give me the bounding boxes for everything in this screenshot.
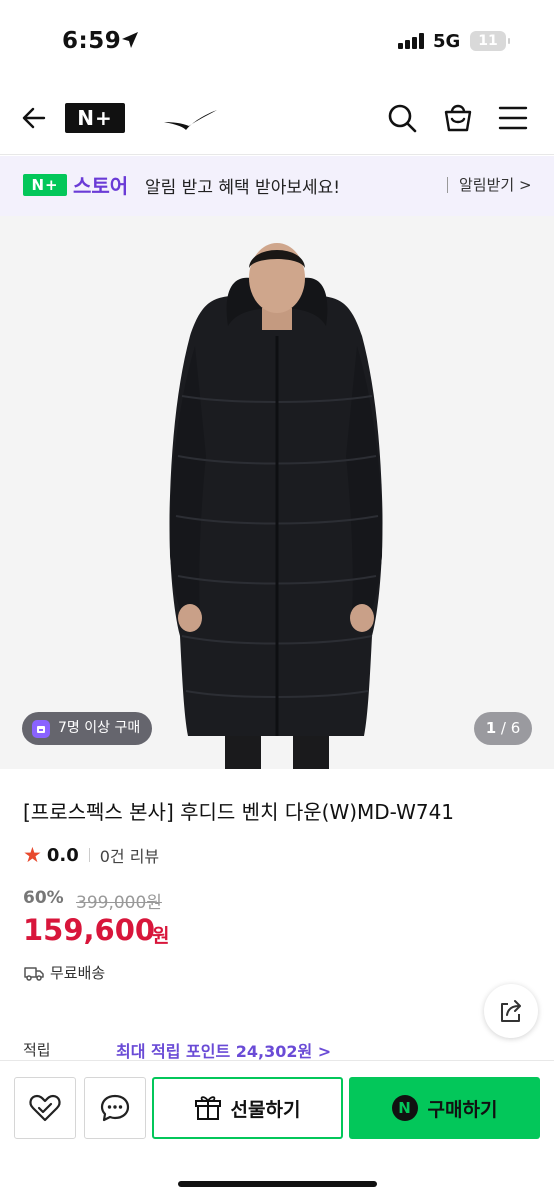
n-plus-badge: N+ <box>23 174 67 196</box>
shopping-bag-icon[interactable] <box>442 101 474 133</box>
heart-check-icon <box>29 1094 61 1122</box>
rating-divider <box>88 848 90 862</box>
share-icon <box>501 1000 521 1022</box>
max-points-link[interactable]: 최대 적립 포인트 24,302원 > <box>116 1038 331 1062</box>
chat-bubble-icon <box>100 1094 130 1122</box>
brand-swoosh-logo[interactable] <box>162 108 218 132</box>
buy-button[interactable]: N 구매하기 <box>349 1077 540 1139</box>
product-photo <box>0 216 554 769</box>
naver-pay-icon: N <box>391 1095 418 1121</box>
price-currency: 원 <box>152 925 170 947</box>
product-image-gallery[interactable]: 7명 이상 구매 1 / 6 <box>0 216 554 769</box>
cellular-signal-icon <box>398 33 424 49</box>
review-count-link[interactable]: 0건 리뷰 <box>100 843 159 867</box>
shopping-bag-badge-icon <box>32 719 50 738</box>
n-plus-logo[interactable]: N+ <box>65 103 125 133</box>
product-title: [프로스펙스 본사] 후디드 벤치 다운(W)MD-W741 <box>23 800 455 824</box>
location-arrow-icon <box>122 32 138 48</box>
pager-current: 1 <box>485 719 497 737</box>
top-nav-bar: N+ <box>0 80 554 155</box>
image-pager: 1 / 6 <box>474 712 532 745</box>
rating-row[interactable]: ★ 0.0 0건 리뷰 <box>23 843 159 867</box>
gift-button-label: 선물하기 <box>230 1098 301 1121</box>
status-time: 6:59 <box>62 28 122 54</box>
home-indicator <box>178 1181 377 1187</box>
original-price: 399,000원 <box>76 893 162 913</box>
banner-message: 알림 받고 혜택 받아보세요! <box>145 178 341 198</box>
sale-price: 159,600 <box>23 913 156 947</box>
buyers-count-text: 7명 이상 구매 <box>58 720 141 736</box>
gift-box-icon <box>194 1096 221 1120</box>
delivery-truck-icon <box>24 966 44 981</box>
battery-icon: 11 <box>470 31 510 51</box>
pager-total: / 6 <box>500 719 521 737</box>
status-bar: 6:59 5G 11 <box>0 0 554 80</box>
banner-divider <box>447 177 448 193</box>
gift-button[interactable]: 선물하기 <box>152 1077 343 1139</box>
star-icon: ★ <box>23 843 42 867</box>
bottom-action-bar: 선물하기 N 구매하기 <box>0 1060 554 1200</box>
network-type: 5G <box>433 31 461 52</box>
shipping-text: 무료배송 <box>50 964 106 982</box>
back-arrow-icon[interactable] <box>20 104 48 132</box>
store-name: 스토어 <box>73 174 129 198</box>
alarm-subscribe-link[interactable]: 알림받기 > <box>459 174 532 195</box>
shipping-info: 무료배송 <box>24 962 105 983</box>
store-alarm-banner[interactable]: N+ 스토어 알림 받고 혜택 받아보세요! 알림받기 > <box>0 156 554 216</box>
points-label: 적립 <box>23 1041 51 1059</box>
rating-score: 0.0 <box>46 844 79 866</box>
search-icon[interactable] <box>386 102 418 134</box>
discount-rate: 60% <box>23 888 64 908</box>
hamburger-menu-icon[interactable] <box>498 105 528 131</box>
talktalk-chat-button[interactable] <box>84 1077 146 1139</box>
share-button[interactable] <box>484 984 538 1038</box>
wishlist-button[interactable] <box>14 1077 76 1139</box>
buy-button-label: 구매하기 <box>427 1098 498 1121</box>
buyers-count-badge: 7명 이상 구매 <box>22 712 153 745</box>
